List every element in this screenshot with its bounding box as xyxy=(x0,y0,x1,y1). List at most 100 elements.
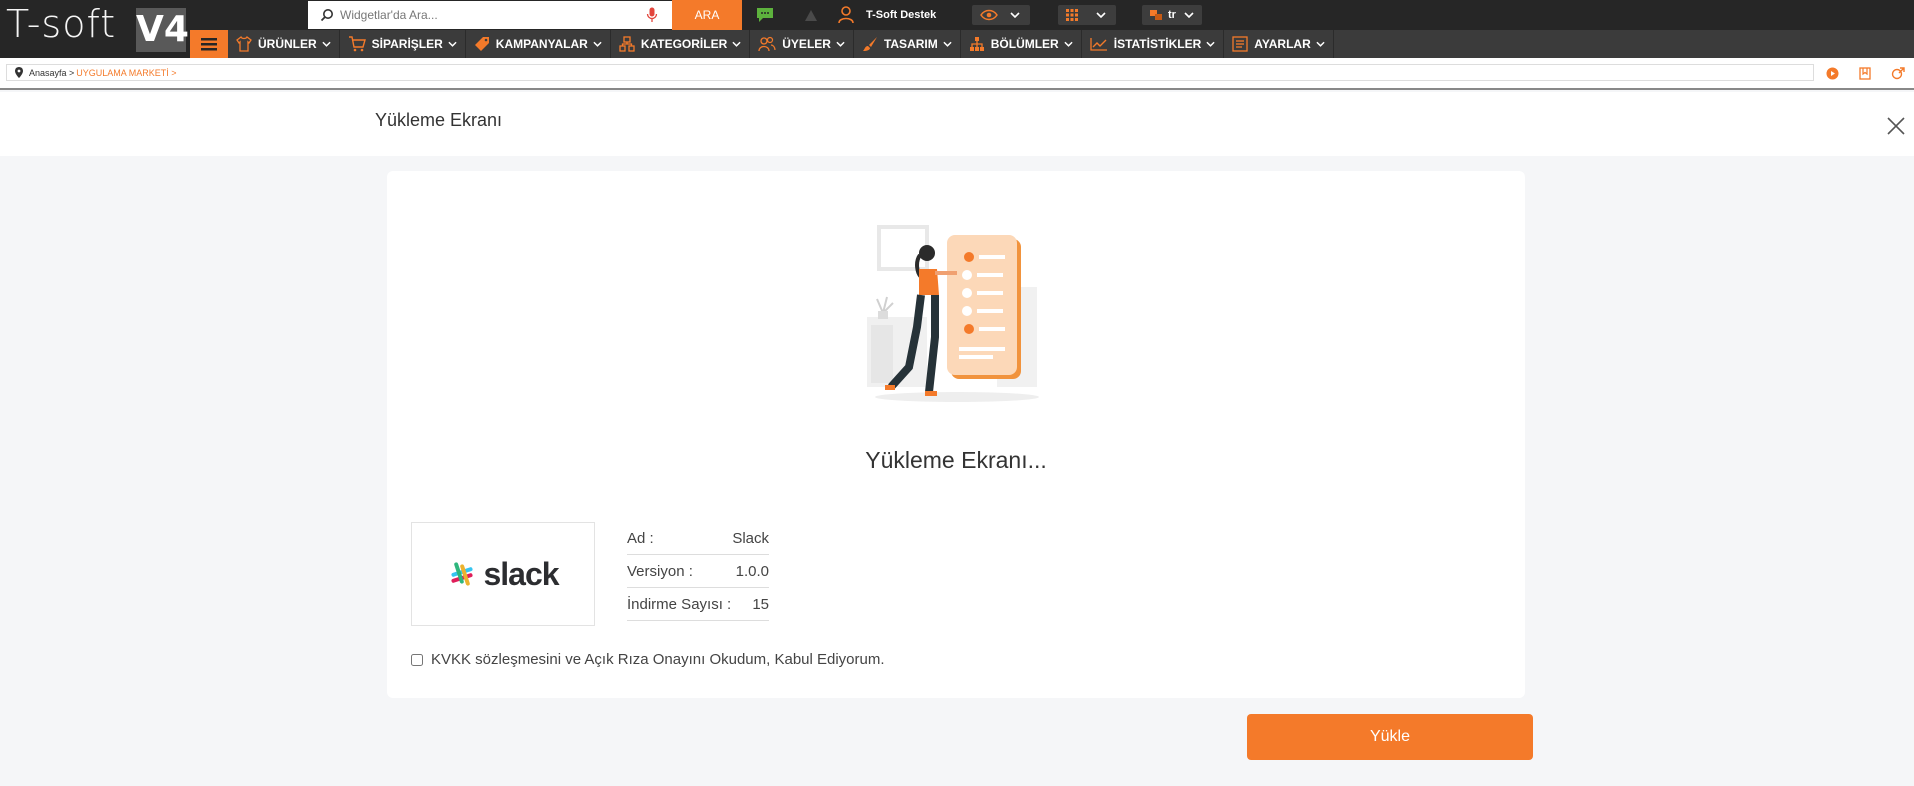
preview-dropdown[interactable] xyxy=(972,5,1030,25)
apps-dropdown[interactable] xyxy=(1058,5,1116,25)
install-illustration xyxy=(867,225,1039,402)
location-pin-icon xyxy=(15,67,23,78)
app-logo: slack xyxy=(411,522,595,626)
nav-item-label: KAMPANYALAR xyxy=(495,37,588,51)
nav-item-label: İSTATİSTİKLER xyxy=(1113,37,1202,51)
microphone-icon[interactable] xyxy=(646,7,658,23)
bookmark-button[interactable] xyxy=(1855,64,1875,82)
breadcrumb-bar: Anasayfa > UYGULAMA MARKETİ > xyxy=(0,58,1914,90)
app-info-row: Ad : Slack xyxy=(627,522,769,555)
info-value: 15 xyxy=(752,595,769,613)
chat-icon xyxy=(757,8,773,22)
nav-item-label: SİPARİŞLER xyxy=(371,37,443,51)
chevron-down-icon xyxy=(836,41,845,47)
nav-item-ayarlar[interactable]: AYARLAR xyxy=(1224,30,1334,58)
chevron-down-icon xyxy=(1206,41,1215,47)
breadcrumb-current[interactable]: UYGULAMA MARKETİ > xyxy=(76,68,176,78)
menu-toggle-button[interactable] xyxy=(190,30,228,58)
share-button[interactable] xyxy=(1888,64,1908,82)
brand-logo[interactable]: T-soft V4 xyxy=(0,0,190,58)
brush-icon xyxy=(862,37,877,51)
play-icon xyxy=(1826,67,1838,79)
slack-logo-icon xyxy=(451,562,474,586)
install-button[interactable]: Yükle xyxy=(1247,714,1533,760)
app-info-row: İndirme Sayısı : 15 xyxy=(627,588,769,621)
info-label: Versiyon : xyxy=(627,562,693,580)
chevron-down-icon xyxy=(322,41,331,47)
app-info-row: Versiyon : 1.0.0 xyxy=(627,555,769,588)
close-icon xyxy=(1887,117,1905,135)
chart-icon xyxy=(1090,38,1107,51)
users-icon xyxy=(758,36,776,52)
share-icon xyxy=(1891,66,1905,79)
chevron-down-icon xyxy=(1010,12,1020,18)
modal-title: Yükleme Ekranı xyxy=(375,110,503,130)
video-help-button[interactable] xyxy=(1822,64,1842,82)
install-heading: Yükleme Ekranı... xyxy=(865,447,1047,473)
kvkk-label: KVKK sözleşmesini ve Açık Rıza Onayını O… xyxy=(431,651,885,668)
search-icon xyxy=(320,9,333,22)
eye-icon xyxy=(980,9,998,21)
nav-item-bolumler[interactable]: BÖLÜMLER xyxy=(961,30,1082,58)
info-label: Ad : xyxy=(627,529,654,547)
modal-header: Yükleme Ekranı xyxy=(0,92,1914,156)
top-bar xyxy=(0,0,1914,30)
breadcrumb-home[interactable]: Anasayfa > xyxy=(29,68,74,78)
chevron-down-icon xyxy=(1184,12,1194,18)
nav-item-label: AYARLAR xyxy=(1254,37,1311,51)
language-dropdown[interactable]: tr xyxy=(1142,5,1202,25)
info-value: Slack xyxy=(732,529,769,547)
support-label: T-Soft Destek xyxy=(866,9,937,21)
install-card: Yükleme Ekranı... slack Ad : Slack Versi… xyxy=(387,171,1525,698)
search-box xyxy=(308,1,672,29)
chevron-down-icon xyxy=(732,41,741,47)
nav-item-uyeler[interactable]: ÜYELER xyxy=(750,30,854,58)
nav-item-urunler[interactable]: ÜRÜNLER xyxy=(228,30,340,58)
sitemap-icon xyxy=(969,37,984,51)
info-label: İndirme Sayısı : xyxy=(627,595,732,613)
nav-item-label: ÜYELER xyxy=(782,37,831,51)
cart-icon xyxy=(348,36,366,52)
main-nav: ÜRÜNLER SİPARİŞLER KAMPANYALAR KATEGORİL… xyxy=(190,30,1914,58)
nav-item-istatistikler[interactable]: İSTATİSTİKLER xyxy=(1082,30,1225,58)
nav-item-kategoriler[interactable]: KATEGORİLER xyxy=(611,30,751,58)
bookmark-icon xyxy=(1859,66,1871,80)
search-input[interactable] xyxy=(308,1,608,29)
nav-item-siparisler[interactable]: SİPARİŞLER xyxy=(340,30,466,58)
nav-item-label: ÜRÜNLER xyxy=(258,37,317,51)
language-label: tr xyxy=(1168,9,1176,21)
kvkk-checkbox[interactable] xyxy=(411,653,423,666)
alert-icon xyxy=(805,9,817,21)
search-button[interactable]: ARA xyxy=(672,0,742,30)
alert-button[interactable] xyxy=(788,0,834,30)
hierarchy-icon xyxy=(619,36,635,52)
app-logo-word: slack xyxy=(483,555,559,592)
nav-item-label: TASARIM xyxy=(883,37,938,51)
chat-button[interactable] xyxy=(742,0,788,30)
nav-item-tasarim[interactable]: TASARIM xyxy=(854,30,961,58)
kvkk-consent: KVKK sözleşmesini ve Açık Rıza Onayını O… xyxy=(411,651,885,668)
shirt-icon xyxy=(236,36,252,52)
chevron-down-icon xyxy=(593,41,602,47)
tag-icon xyxy=(474,37,489,51)
chevron-down-icon xyxy=(1096,12,1106,18)
info-value: 1.0.0 xyxy=(735,562,769,580)
chevron-down-icon xyxy=(1316,41,1325,47)
logo-text: T-soft xyxy=(6,2,117,46)
nav-item-label: BÖLÜMLER xyxy=(990,37,1059,51)
chevron-down-icon xyxy=(1064,41,1073,47)
logo-version: V4 xyxy=(136,8,189,52)
app-info-table: Ad : Slack Versiyon : 1.0.0 İndirme Sayı… xyxy=(627,522,769,621)
nav-item-label: KATEGORİLER xyxy=(640,37,728,51)
hamburger-icon xyxy=(201,37,217,50)
apps-icon xyxy=(1066,9,1078,21)
chevron-down-icon xyxy=(943,41,952,47)
breadcrumb: Anasayfa > UYGULAMA MARKETİ > xyxy=(6,64,1814,81)
nav-item-kampanyalar[interactable]: KAMPANYALAR xyxy=(466,30,611,58)
language-icon xyxy=(1150,10,1162,20)
settings-list-icon xyxy=(1232,36,1248,52)
chevron-down-icon xyxy=(448,41,457,47)
support-link[interactable]: T-Soft Destek xyxy=(838,0,936,30)
close-button[interactable] xyxy=(1882,112,1910,140)
user-icon xyxy=(838,6,854,24)
